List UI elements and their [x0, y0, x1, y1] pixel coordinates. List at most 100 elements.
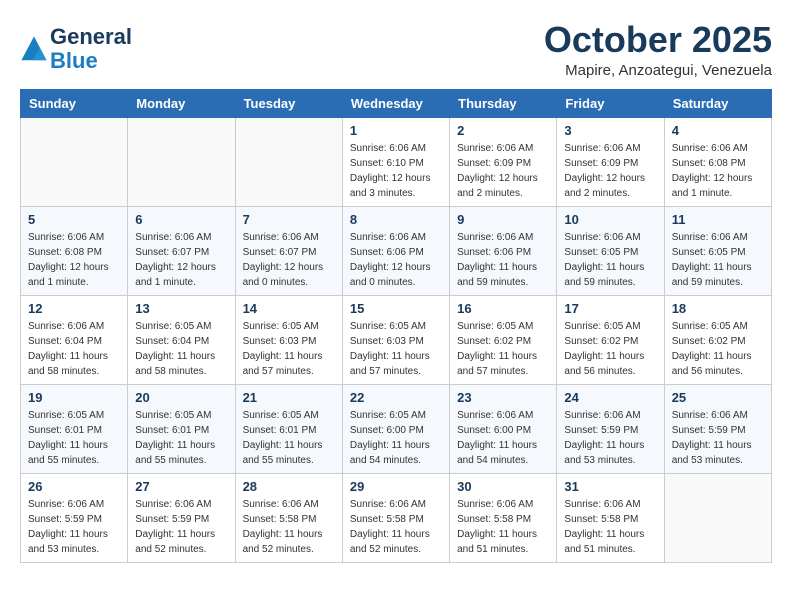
day-number: 18	[672, 301, 764, 316]
calendar-day-4: 4Sunrise: 6:06 AM Sunset: 6:08 PM Daylig…	[664, 117, 771, 206]
day-info: Sunrise: 6:06 AM Sunset: 6:09 PM Dayligh…	[564, 141, 656, 201]
day-info: Sunrise: 6:06 AM Sunset: 6:07 PM Dayligh…	[135, 230, 227, 290]
weekday-header-monday: Monday	[128, 89, 235, 117]
calendar-week-3: 12Sunrise: 6:06 AM Sunset: 6:04 PM Dayli…	[21, 295, 772, 384]
location-subtitle: Mapire, Anzoategui, Venezuela	[544, 62, 772, 79]
calendar-week-5: 26 Sunrise: 6:06 AM Sunset: 5:59 PM Dayli…	[21, 473, 772, 562]
calendar-week-2: 5Sunrise: 6:06 AM Sunset: 6:08 PM Daylig…	[21, 206, 772, 295]
day-number: 26	[28, 479, 120, 494]
calendar-day-14: 14Sunrise: 6:05 AM Sunset: 6:03 PM Dayli…	[235, 295, 342, 384]
title-area: October 2025 Mapire, Anzoategui, Venezue…	[544, 20, 772, 79]
empty-cell	[664, 473, 771, 562]
day-number: 24	[564, 390, 656, 405]
calendar-day-22: 22Sunrise: 6:05 AM Sunset: 6:00 PM Dayli…	[342, 384, 449, 473]
calendar-day-31: 31Sunrise: 6:06 AM Sunset: 5:58 PM Dayli…	[557, 473, 664, 562]
calendar-day-13: 13Sunrise: 6:05 AM Sunset: 6:04 PM Dayli…	[128, 295, 235, 384]
calendar-day-29: 29 Sunrise: 6:06 AM Sunset: 5:58 PM Dayli…	[342, 473, 449, 562]
day-info: Sunrise: 6:06 AM Sunset: 6:06 PM Dayligh…	[457, 230, 549, 290]
calendar-day-16: 16Sunrise: 6:05 AM Sunset: 6:02 PM Dayli…	[450, 295, 557, 384]
calendar-week-4: 19 Sunrise: 6:05 AM Sunset: 6:01 PM Dayli…	[21, 384, 772, 473]
day-number: 19	[28, 390, 120, 405]
day-info: Sunrise: 6:05 AM Sunset: 6:02 PM Dayligh…	[457, 319, 549, 379]
weekday-header-row: SundayMondayTuesdayWednesdayThursdayFrid…	[21, 89, 772, 117]
day-number: 28	[243, 479, 335, 494]
empty-cell	[128, 117, 235, 206]
day-info: Sunrise: 6:06 AM Sunset: 5:59 PM Dayligh…	[135, 497, 227, 557]
calendar-day-27: 27 Sunrise: 6:06 AM Sunset: 5:59 PM Dayli…	[128, 473, 235, 562]
calendar-day-7: 7 Sunrise: 6:06 AM Sunset: 6:07 PM Daylig…	[235, 206, 342, 295]
day-info: Sunrise: 6:06 AM Sunset: 6:05 PM Dayligh…	[672, 230, 764, 290]
calendar-day-25: 25 Sunrise: 6:06 AM Sunset: 5:59 PM Dayli…	[664, 384, 771, 473]
day-number: 13	[135, 301, 227, 316]
calendar-day-9: 9 Sunrise: 6:06 AM Sunset: 6:06 PM Daylig…	[450, 206, 557, 295]
calendar-day-30: 30 Sunrise: 6:06 AM Sunset: 5:58 PM Dayli…	[450, 473, 557, 562]
day-number: 31	[564, 479, 656, 494]
weekday-header-saturday: Saturday	[664, 89, 771, 117]
calendar-day-8: 8 Sunrise: 6:06 AM Sunset: 6:06 PM Daylig…	[342, 206, 449, 295]
day-info: Sunrise: 6:06 AM Sunset: 6:06 PM Dayligh…	[350, 230, 442, 290]
calendar-day-21: 21Sunrise: 6:05 AM Sunset: 6:01 PM Dayli…	[235, 384, 342, 473]
day-number: 8	[350, 212, 442, 227]
calendar-day-23: 23Sunrise: 6:06 AM Sunset: 6:00 PM Dayli…	[450, 384, 557, 473]
day-number: 20	[135, 390, 227, 405]
day-number: 7	[243, 212, 335, 227]
logo: General Blue	[20, 25, 132, 73]
day-number: 21	[243, 390, 335, 405]
empty-cell	[21, 117, 128, 206]
day-number: 11	[672, 212, 764, 227]
day-number: 25	[672, 390, 764, 405]
calendar-day-26: 26 Sunrise: 6:06 AM Sunset: 5:59 PM Dayli…	[21, 473, 128, 562]
calendar-day-20: 20 Sunrise: 6:05 AM Sunset: 6:01 PM Dayli…	[128, 384, 235, 473]
day-info: Sunrise: 6:06 AM Sunset: 5:59 PM Dayligh…	[28, 497, 120, 557]
calendar-day-6: 6Sunrise: 6:06 AM Sunset: 6:07 PM Daylig…	[128, 206, 235, 295]
day-info: Sunrise: 6:06 AM Sunset: 6:05 PM Dayligh…	[564, 230, 656, 290]
day-number: 29	[350, 479, 442, 494]
day-info: Sunrise: 6:06 AM Sunset: 5:59 PM Dayligh…	[672, 408, 764, 468]
calendar-day-15: 15 Sunrise: 6:05 AM Sunset: 6:03 PM Dayli…	[342, 295, 449, 384]
calendar-day-5: 5Sunrise: 6:06 AM Sunset: 6:08 PM Daylig…	[21, 206, 128, 295]
calendar-day-28: 28 Sunrise: 6:06 AM Sunset: 5:58 PM Dayli…	[235, 473, 342, 562]
day-info: Sunrise: 6:06 AM Sunset: 6:08 PM Dayligh…	[672, 141, 764, 201]
day-number: 27	[135, 479, 227, 494]
day-info: Sunrise: 6:05 AM Sunset: 6:01 PM Dayligh…	[135, 408, 227, 468]
logo-line1: General	[50, 25, 132, 49]
calendar-day-18: 18Sunrise: 6:05 AM Sunset: 6:02 PM Dayli…	[664, 295, 771, 384]
weekday-header-sunday: Sunday	[21, 89, 128, 117]
day-info: Sunrise: 6:05 AM Sunset: 6:00 PM Dayligh…	[350, 408, 442, 468]
day-info: Sunrise: 6:06 AM Sunset: 6:09 PM Dayligh…	[457, 141, 549, 201]
weekday-header-friday: Friday	[557, 89, 664, 117]
calendar-day-2: 2Sunrise: 6:06 AM Sunset: 6:09 PM Daylig…	[450, 117, 557, 206]
day-info: Sunrise: 6:05 AM Sunset: 6:03 PM Dayligh…	[350, 319, 442, 379]
day-number: 9	[457, 212, 549, 227]
month-title: October 2025	[544, 20, 772, 60]
empty-cell	[235, 117, 342, 206]
day-number: 1	[350, 123, 442, 138]
weekday-header-thursday: Thursday	[450, 89, 557, 117]
day-number: 12	[28, 301, 120, 316]
weekday-header-tuesday: Tuesday	[235, 89, 342, 117]
calendar-day-17: 17Sunrise: 6:05 AM Sunset: 6:02 PM Dayli…	[557, 295, 664, 384]
calendar-day-19: 19 Sunrise: 6:05 AM Sunset: 6:01 PM Dayli…	[21, 384, 128, 473]
day-info: Sunrise: 6:05 AM Sunset: 6:02 PM Dayligh…	[564, 319, 656, 379]
calendar-day-11: 11 Sunrise: 6:06 AM Sunset: 6:05 PM Dayli…	[664, 206, 771, 295]
calendar-day-1: 1Sunrise: 6:06 AM Sunset: 6:10 PM Daylig…	[342, 117, 449, 206]
day-info: Sunrise: 6:05 AM Sunset: 6:03 PM Dayligh…	[243, 319, 335, 379]
day-info: Sunrise: 6:06 AM Sunset: 6:08 PM Dayligh…	[28, 230, 120, 290]
calendar-week-1: 1Sunrise: 6:06 AM Sunset: 6:10 PM Daylig…	[21, 117, 772, 206]
calendar-table: SundayMondayTuesdayWednesdayThursdayFrid…	[20, 89, 772, 563]
day-info: Sunrise: 6:06 AM Sunset: 6:07 PM Dayligh…	[243, 230, 335, 290]
day-info: Sunrise: 6:06 AM Sunset: 5:58 PM Dayligh…	[243, 497, 335, 557]
calendar-day-12: 12Sunrise: 6:06 AM Sunset: 6:04 PM Dayli…	[21, 295, 128, 384]
calendar-day-10: 10Sunrise: 6:06 AM Sunset: 6:05 PM Dayli…	[557, 206, 664, 295]
calendar-day-24: 24Sunrise: 6:06 AM Sunset: 5:59 PM Dayli…	[557, 384, 664, 473]
weekday-header-wednesday: Wednesday	[342, 89, 449, 117]
day-number: 15	[350, 301, 442, 316]
logo-line2: Blue	[50, 49, 132, 73]
day-info: Sunrise: 6:06 AM Sunset: 6:00 PM Dayligh…	[457, 408, 549, 468]
page-header: General Blue October 2025 Mapire, Anzoat…	[20, 20, 772, 79]
day-number: 3	[564, 123, 656, 138]
day-info: Sunrise: 6:05 AM Sunset: 6:01 PM Dayligh…	[28, 408, 120, 468]
day-number: 30	[457, 479, 549, 494]
day-info: Sunrise: 6:06 AM Sunset: 5:58 PM Dayligh…	[457, 497, 549, 557]
day-info: Sunrise: 6:06 AM Sunset: 5:58 PM Dayligh…	[350, 497, 442, 557]
